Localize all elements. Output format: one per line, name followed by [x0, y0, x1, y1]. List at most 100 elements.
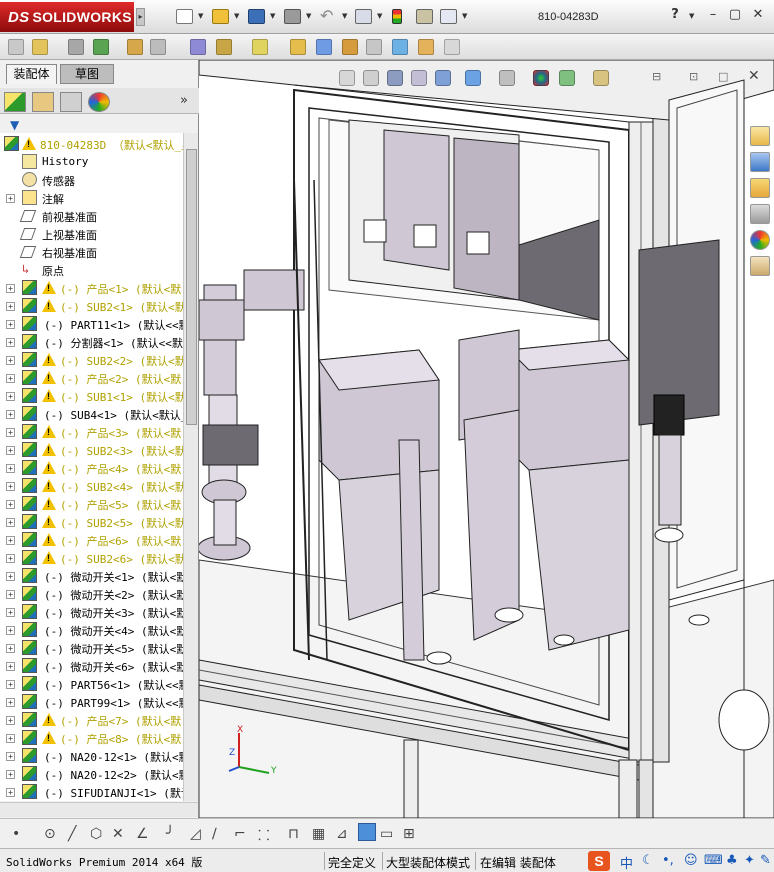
view-settings-icon[interactable]	[593, 70, 609, 86]
status-mode[interactable]: 大型装配体模式	[386, 854, 470, 871]
polygon-icon[interactable]: ⬡	[90, 826, 102, 842]
split-view-icon[interactable]: ▭	[380, 826, 393, 842]
options-dropdown-icon[interactable]: ▼	[462, 12, 467, 20]
expand-panel-icon[interactable]: »	[180, 93, 188, 108]
tab-assembly[interactable]: 装配体	[6, 64, 57, 84]
reference-geometry-icon[interactable]	[216, 39, 232, 55]
ime-punctuation-icon[interactable]: •,	[662, 853, 674, 868]
new-document-icon[interactable]	[176, 9, 193, 24]
tree-vertical-scrollbar[interactable]	[183, 133, 198, 801]
table-view-icon[interactable]: ⊞	[403, 826, 415, 842]
expand-toggle-icon[interactable]: +	[6, 320, 15, 329]
tree-item[interactable]: 右视基准面	[0, 243, 183, 261]
tree-item[interactable]: + (-) SUB2<1> (默认<默	[0, 297, 183, 315]
viewport-split-icon[interactable]: ⊟	[652, 70, 661, 83]
fillet-icon[interactable]: ╯	[166, 826, 174, 842]
tree-item[interactable]: ↳ 原点	[0, 261, 183, 279]
custom-properties-icon[interactable]	[750, 256, 770, 276]
tree-item[interactable]: + (-) 产品<2> (默认<默	[0, 369, 183, 387]
expand-toggle-icon[interactable]: +	[6, 374, 15, 383]
tree-item[interactable]: + (-) 产品<7> (默认<默	[0, 711, 183, 729]
tree-item[interactable]: + (-) 微动开关<6> (默认<默	[0, 657, 183, 675]
show-hidden-icon[interactable]	[150, 39, 166, 55]
select-dropdown-icon[interactable]: ▼	[377, 12, 382, 20]
ime-chinese-toggle[interactable]: 中	[620, 853, 633, 872]
tree-item[interactable]: + (-) SUB2<6> (默认<默	[0, 549, 183, 567]
linear-pattern-icon[interactable]	[68, 39, 84, 55]
expand-toggle-icon[interactable]: +	[6, 590, 15, 599]
undo-icon[interactable]: ↶	[320, 6, 337, 25]
expand-toggle-icon[interactable]: +	[6, 518, 15, 527]
zoom-to-fit-icon[interactable]	[339, 70, 355, 86]
design-library-icon[interactable]	[750, 152, 770, 172]
expand-toggle-icon[interactable]: +	[6, 554, 15, 563]
assembly-features-icon[interactable]	[190, 39, 206, 55]
bill-of-materials-icon[interactable]	[290, 39, 306, 55]
shaded-view-icon[interactable]	[358, 823, 376, 841]
tree-item[interactable]: + (-) SUB1<1> (默认<默	[0, 387, 183, 405]
ime-moon-icon[interactable]: ☾	[642, 853, 654, 868]
smart-fasteners-icon[interactable]	[93, 39, 109, 55]
tree-item[interactable]: + (-) SUB2<4> (默认<默	[0, 477, 183, 495]
tree-item[interactable]: + (-) PART11<1> (默认<<默	[0, 315, 183, 333]
tree-item[interactable]: + (-) NA20-12<2> (默认<默	[0, 765, 183, 783]
menu-arrow-icon[interactable]: ▸	[136, 8, 145, 26]
graphics-area[interactable]: ⊟ ⊡ □ ✕ X Y Z	[199, 60, 774, 818]
expand-toggle-icon[interactable]: +	[6, 716, 15, 725]
ime-shirt-icon[interactable]: ✦	[744, 853, 755, 868]
minimize-button[interactable]: –	[706, 8, 720, 23]
save-icon[interactable]	[248, 9, 265, 24]
tree-item[interactable]: + (-) NA20-12<1> (默认<默	[0, 747, 183, 765]
print-icon[interactable]	[284, 9, 301, 24]
tree-item[interactable]: + (-) PART56<1> (默认<<默	[0, 675, 183, 693]
angle-icon[interactable]: ∠	[136, 826, 149, 842]
viewport-maximize-icon[interactable]: □	[718, 70, 728, 83]
tab-sketch[interactable]: 草图	[60, 64, 114, 84]
relation-icon[interactable]: ⊿	[336, 826, 348, 842]
expand-toggle-icon[interactable]: +	[6, 662, 15, 671]
tree-item[interactable]: + (-) 产品<1> (默认<默	[0, 279, 183, 297]
tree-item[interactable]: 上视基准面	[0, 225, 183, 243]
solidworks-logo[interactable]: DS SOLIDWORKS	[0, 2, 134, 32]
previous-view-icon[interactable]	[387, 70, 403, 86]
expand-toggle-icon[interactable]: +	[6, 464, 15, 473]
sogou-ime-icon[interactable]: S	[588, 851, 610, 871]
tree-item[interactable]: + (-) 产品<4> (默认<默	[0, 459, 183, 477]
expand-toggle-icon[interactable]: +	[6, 680, 15, 689]
insert-component-icon[interactable]	[8, 39, 24, 55]
dynamic-annotation-icon[interactable]	[435, 70, 451, 86]
circle-icon[interactable]: ⊙	[44, 826, 56, 842]
rebuild-traffic-light-icon[interactable]	[392, 9, 402, 24]
expand-toggle-icon[interactable]: +	[6, 446, 15, 455]
tree-item[interactable]: + (-) SUB4<1> (默认<默认_	[0, 405, 183, 423]
mate-icon[interactable]	[32, 39, 48, 55]
tree-item[interactable]: + (-) 产品<5> (默认<默	[0, 495, 183, 513]
tree-root[interactable]: 810-04283D （默认<默认_显	[0, 135, 183, 153]
new-motion-study-icon[interactable]	[252, 39, 268, 55]
tree-item[interactable]: + (-) SUB2<2> (默认<默	[0, 351, 183, 369]
smart-dimension-icon[interactable]: ⸬	[258, 826, 270, 845]
save-dropdown-icon[interactable]: ▼	[270, 12, 275, 20]
tree-item[interactable]: + (-) 微动开关<3> (默认<默	[0, 603, 183, 621]
appearances-scenes-icon[interactable]	[750, 230, 770, 250]
undo-dropdown-icon[interactable]: ▼	[342, 12, 347, 20]
expand-toggle-icon[interactable]: +	[6, 500, 15, 509]
expand-toggle-icon[interactable]: +	[6, 356, 15, 365]
expand-toggle-icon[interactable]: +	[6, 788, 15, 797]
tree-horizontal-scrollbar[interactable]	[0, 802, 198, 817]
ime-tools-icon[interactable]: ✎	[760, 853, 771, 868]
expand-toggle-icon[interactable]: +	[6, 536, 15, 545]
ime-keyboard-icon[interactable]: ⌨	[704, 853, 723, 868]
help-icon[interactable]: ?	[668, 8, 682, 23]
file-properties-icon[interactable]	[416, 9, 433, 24]
expand-toggle-icon[interactable]: +	[6, 626, 15, 635]
interference-detection-icon[interactable]	[366, 39, 382, 55]
viewport-close-icon[interactable]: ✕	[748, 68, 760, 84]
expand-toggle-icon[interactable]: +	[6, 770, 15, 779]
tree-item[interactable]: 传感器	[0, 171, 183, 189]
line-icon[interactable]: ╱	[68, 826, 76, 842]
expand-toggle-icon[interactable]: +	[6, 734, 15, 743]
tree-item[interactable]: + (-) 微动开关<5> (默认<默	[0, 639, 183, 657]
display-style-icon[interactable]	[499, 70, 515, 86]
grid-icon[interactable]: ▦	[312, 826, 325, 842]
